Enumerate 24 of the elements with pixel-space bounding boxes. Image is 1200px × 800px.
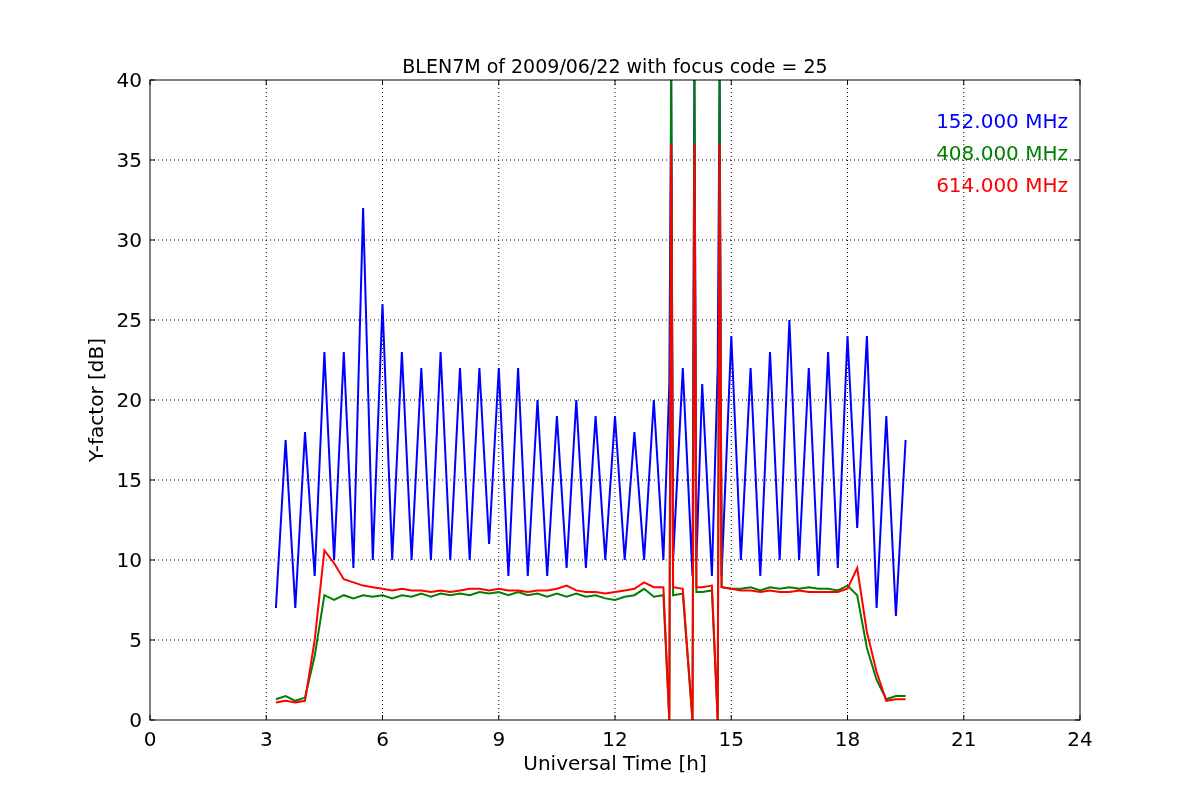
tick-label: 0 — [143, 727, 157, 751]
tick-label: 5 — [129, 628, 142, 652]
legend-label: 152.000 MHz — [936, 109, 1068, 133]
tick-label: 25 — [116, 308, 142, 332]
tick-label: 12 — [602, 727, 628, 751]
tick-label: 24 — [1067, 727, 1093, 751]
chart-title: BLEN7M of 2009/06/22 with focus code = 25 — [402, 55, 828, 77]
tick-label: 15 — [718, 727, 744, 751]
tick-label: 20 — [116, 388, 142, 412]
tick-label: 40 — [116, 68, 142, 92]
tick-label: 0 — [129, 708, 142, 732]
axis-label: Y-factor [dB] — [84, 338, 108, 462]
tick-label: 15 — [116, 468, 142, 492]
axis-label: Universal Time [h] — [523, 751, 707, 775]
tick-label: 21 — [951, 727, 977, 751]
tick-label: 6 — [376, 727, 389, 751]
legend-label: 408.000 MHz — [936, 141, 1068, 165]
tick-label: 3 — [259, 727, 273, 751]
legend-label: 614.000 MHz — [936, 173, 1068, 197]
tick-label: 35 — [116, 148, 142, 172]
tick-label: 9 — [492, 727, 506, 751]
tick-label: 10 — [116, 548, 142, 572]
tick-label: 18 — [834, 727, 861, 751]
tick-label: 30 — [116, 228, 142, 252]
